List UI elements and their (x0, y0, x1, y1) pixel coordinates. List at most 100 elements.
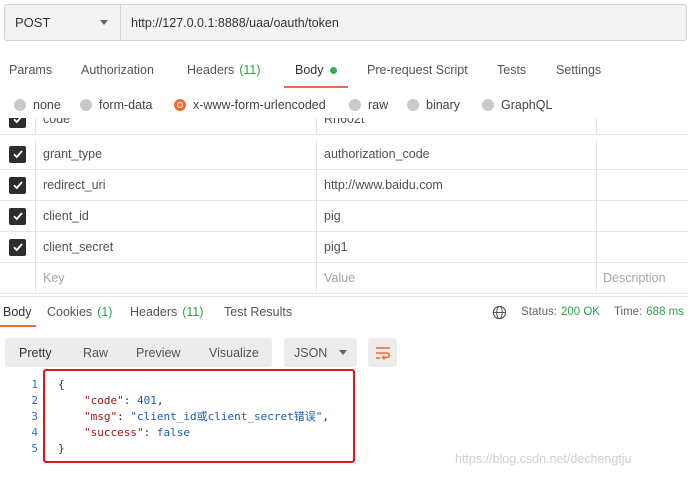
tab-label: Params (9, 63, 53, 77)
radio-graphql[interactable]: GraphQL (482, 98, 552, 112)
method-select[interactable]: POST (4, 4, 120, 41)
tab-label: Settings (556, 63, 602, 77)
wrap-lines-icon (375, 346, 391, 360)
checkbox-checked-icon[interactable] (9, 207, 26, 225)
body-type-radios: none form-data x-www-form-urlencoded raw… (0, 94, 688, 116)
param-description[interactable] (596, 170, 688, 200)
json-key: "msg" (84, 410, 118, 423)
tab-count: (11) (182, 305, 204, 319)
json-string: "client_id或client_secret错误" (130, 410, 323, 423)
view-preview-button[interactable]: Preview (136, 338, 180, 367)
tab-body[interactable]: Body (284, 52, 347, 88)
param-value[interactable]: pig1 (316, 232, 596, 262)
tab-response-headers[interactable]: Headers (11) (130, 297, 204, 327)
tab-label: Test Results (224, 305, 293, 319)
row-check-cell (0, 232, 35, 262)
checkbox-checked-icon[interactable] (9, 238, 26, 256)
tab-test-results[interactable]: Test Results (224, 297, 292, 327)
format-label: JSON (294, 345, 328, 360)
radio-binary[interactable]: binary (407, 98, 460, 112)
new-key-input[interactable]: Key (35, 263, 316, 293)
time-value: 688 ms (646, 306, 684, 318)
tab-headers[interactable]: Headers (11) (187, 52, 261, 88)
tab-count: (11) (239, 63, 261, 77)
param-description[interactable] (596, 232, 688, 262)
radio-icon (482, 99, 494, 111)
url-input[interactable]: http://127.0.0.1:8888/uaa/oauth/token (120, 4, 687, 41)
tab-count: (1) (97, 305, 113, 319)
tab-label: Cookies (47, 305, 93, 319)
status-label: Status: (521, 306, 557, 318)
radio-x-www-form-urlencoded[interactable]: x-www-form-urlencoded (174, 98, 326, 112)
line-number: 5 (31, 442, 38, 455)
response-meta: Status: 200 OK Time: 688 ms (492, 297, 684, 327)
param-description[interactable] (596, 201, 688, 231)
radio-raw[interactable]: raw (349, 98, 388, 112)
tab-response-body[interactable]: Body (0, 297, 35, 327)
view-mode-segmented: Pretty Raw Preview Visualize (5, 338, 272, 367)
param-description[interactable] (596, 139, 688, 169)
radio-label: raw (368, 98, 389, 112)
globe-icon[interactable] (492, 305, 507, 320)
param-key[interactable]: client_secret (35, 232, 316, 262)
request-tabs: Params Authorization Headers (11) Body P… (0, 52, 688, 88)
format-select[interactable]: JSON (284, 338, 357, 367)
chevron-down-icon (339, 350, 347, 355)
line-number: 4 (31, 426, 38, 439)
tab-label: Headers (187, 63, 235, 77)
tab-authorization[interactable]: Authorization (81, 52, 154, 88)
param-key[interactable]: redirect_uri (35, 170, 316, 200)
tab-cookies[interactable]: Cookies (1) (47, 297, 112, 327)
param-value[interactable]: pig (316, 201, 596, 231)
wrap-lines-button[interactable] (368, 338, 397, 367)
tab-label: Authorization (81, 63, 154, 77)
view-raw-button[interactable]: Raw (83, 338, 108, 367)
tab-pre-request-script[interactable]: Pre-request Script (367, 52, 468, 88)
new-value-input[interactable]: Value (316, 263, 596, 293)
view-visualize-button[interactable]: Visualize (209, 338, 259, 367)
radio-label: none (33, 98, 61, 112)
radio-label: form-data (99, 98, 153, 112)
checkbox-checked-icon[interactable] (9, 118, 26, 128)
table-row: client_secret pig1 (0, 232, 688, 263)
radio-form-data[interactable]: form-data (80, 98, 153, 112)
status-value: 200 OK (560, 306, 600, 318)
param-value[interactable]: authorization_code (316, 139, 596, 169)
radio-label: binary (426, 98, 461, 112)
row-check-cell (0, 139, 35, 169)
tab-tests[interactable]: Tests (497, 52, 526, 88)
param-key[interactable]: grant_type (35, 139, 316, 169)
param-value[interactable]: Rn602t (316, 118, 596, 134)
tab-params[interactable]: Params (9, 52, 52, 88)
body-active-dot-icon (329, 66, 337, 74)
url-text: http://127.0.0.1:8888/uaa/oauth/token (131, 15, 339, 30)
table-row-new: Key Value Description (0, 263, 688, 294)
tab-label: Body (3, 305, 32, 319)
tab-settings[interactable]: Settings (556, 52, 601, 88)
new-description-input[interactable]: Description (596, 263, 688, 293)
request-url-bar: POST http://127.0.0.1:8888/uaa/oauth/tok… (4, 4, 687, 41)
code-line-success: "success": false (84, 426, 190, 439)
row-check-cell (0, 118, 35, 134)
radio-label: GraphQL (501, 98, 553, 112)
tab-label: Headers (130, 305, 178, 319)
param-description[interactable] (596, 118, 688, 134)
response-tabs: Body Cookies (1) Headers (11) Test Resul… (0, 296, 688, 327)
row-check-cell (0, 263, 35, 293)
radio-none[interactable]: none (14, 98, 61, 112)
row-check-cell (0, 201, 35, 231)
line-number: 2 (31, 394, 38, 407)
radio-icon (349, 99, 361, 111)
param-key[interactable]: client_id (35, 201, 316, 231)
checkbox-checked-icon[interactable] (9, 145, 26, 163)
row-check-cell (0, 170, 35, 200)
checkbox-checked-icon[interactable] (9, 176, 26, 194)
code-open-brace: { (58, 378, 65, 391)
tab-label: Body (295, 63, 324, 77)
table-row: code Rn602t (0, 118, 688, 135)
json-number: 401 (137, 394, 157, 407)
param-value[interactable]: http://www.baidu.com (316, 170, 596, 200)
param-key[interactable]: code (35, 118, 316, 134)
radio-selected-icon (174, 99, 186, 111)
view-pretty-button[interactable]: Pretty (19, 338, 52, 367)
